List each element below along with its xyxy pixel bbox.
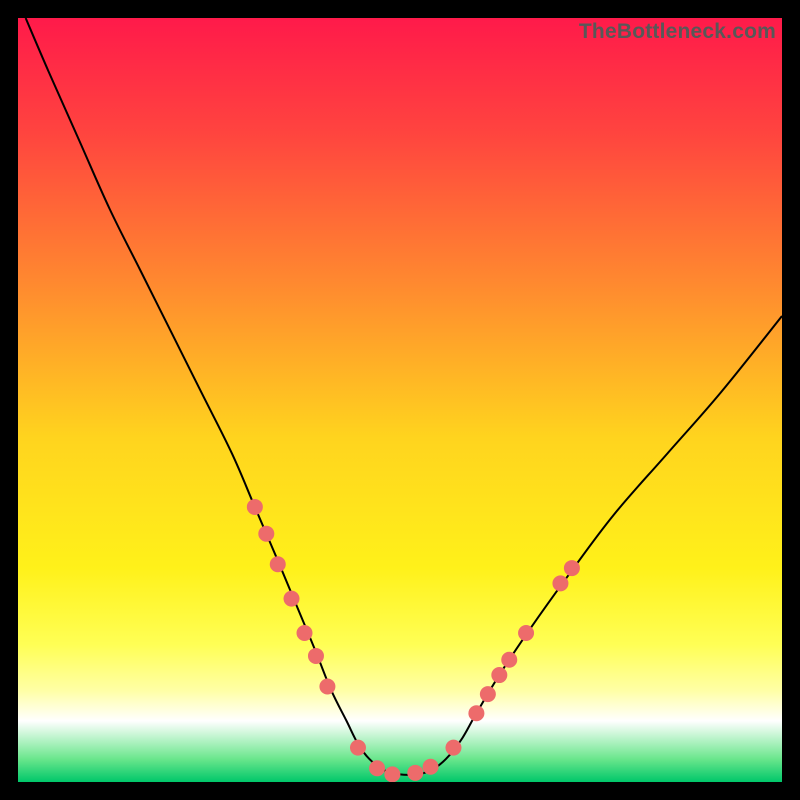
highlight-bead: [552, 575, 568, 591]
highlight-bead: [468, 705, 484, 721]
highlight-beads: [247, 499, 580, 782]
highlight-bead: [308, 648, 324, 664]
bottleneck-curve: [26, 18, 782, 775]
highlight-bead: [445, 740, 461, 756]
highlight-bead: [407, 765, 423, 781]
highlight-bead: [369, 760, 385, 776]
highlight-bead: [247, 499, 263, 515]
highlight-bead: [350, 740, 366, 756]
chart-frame: TheBottleneck.com: [18, 18, 782, 782]
highlight-bead: [319, 679, 335, 695]
highlight-bead: [564, 560, 580, 576]
chart-plot: [18, 18, 782, 782]
highlight-bead: [297, 625, 313, 641]
highlight-bead: [270, 556, 286, 572]
highlight-bead: [423, 759, 439, 775]
highlight-bead: [284, 591, 300, 607]
highlight-bead: [491, 667, 507, 683]
highlight-bead: [258, 526, 274, 542]
highlight-bead: [518, 625, 534, 641]
highlight-bead: [501, 652, 517, 668]
watermark-text: TheBottleneck.com: [579, 20, 776, 44]
highlight-bead: [480, 686, 496, 702]
highlight-bead: [384, 766, 400, 782]
